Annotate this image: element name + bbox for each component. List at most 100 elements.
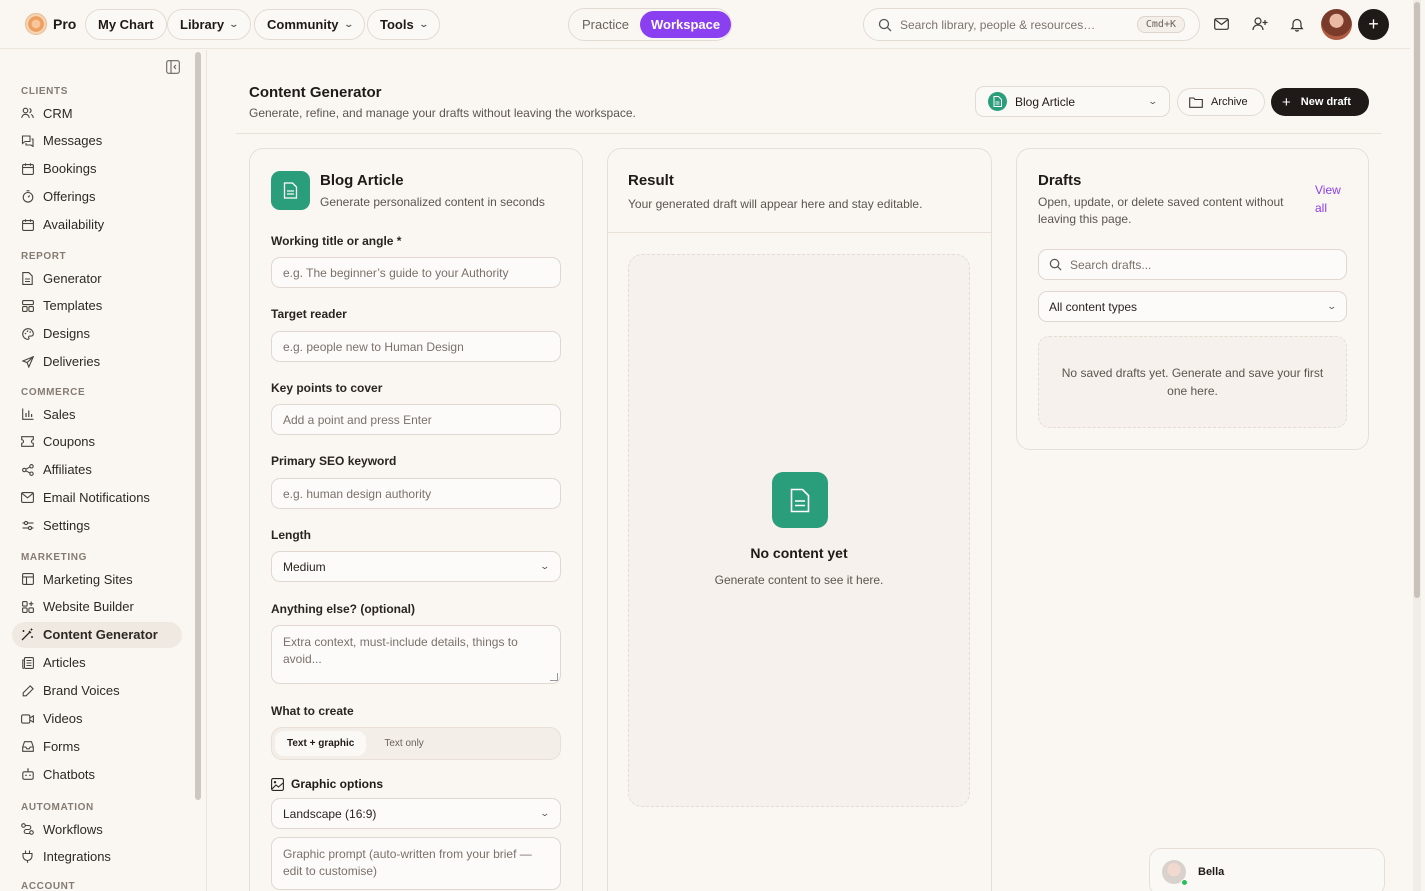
content-type-select[interactable]: Blog Article ⌄ bbox=[975, 86, 1170, 117]
create-button[interactable]: + bbox=[1358, 9, 1389, 40]
nav-tools[interactable]: Tools ⌄ bbox=[367, 9, 441, 40]
drafts-subtitle: Open, update, or delete saved content wi… bbox=[1038, 195, 1284, 226]
sidebar-item-label: Offerings bbox=[43, 189, 96, 205]
ticket-icon bbox=[21, 435, 34, 448]
sidebar-item-label: Chatbots bbox=[43, 766, 96, 782]
drafts-search-input[interactable]: Search drafts... bbox=[1038, 249, 1347, 280]
sidebar-item-deliveries[interactable]: Deliveries bbox=[12, 349, 182, 375]
sidebar-item-brand-voices[interactable]: Brand Voices bbox=[12, 678, 182, 704]
seo-keyword-input[interactable]: e.g. human design authority bbox=[271, 478, 561, 509]
top-bar: Pro My Chart Library ⌄ Community ⌄ Tools… bbox=[0, 0, 1410, 49]
mode-toggle: Practice Workspace bbox=[568, 8, 732, 41]
document-icon bbox=[21, 271, 34, 285]
sidebar-item-offerings[interactable]: Offerings bbox=[12, 184, 182, 210]
anything-else-textarea[interactable]: Extra context, must-include details, thi… bbox=[271, 625, 561, 684]
graphic-prompt-textarea[interactable]: Graphic prompt (auto-written from your b… bbox=[271, 837, 561, 890]
archive-button[interactable]: Archive bbox=[1177, 88, 1265, 116]
working-title-label: Working title or angle * bbox=[271, 234, 402, 248]
drafts-title: Drafts bbox=[1038, 172, 1082, 189]
sidebar-item-email-notifications[interactable]: Email Notifications bbox=[12, 485, 182, 511]
sidebar-item-content-generator[interactable]: Content Generator bbox=[12, 621, 182, 648]
global-search-placeholder: Search library, people & resources… bbox=[900, 17, 1096, 32]
blocks-icon bbox=[21, 600, 34, 613]
anything-else-placeholder: Extra context, must-include details, thi… bbox=[283, 635, 518, 666]
graphic-prompt-placeholder: Graphic prompt (auto-written from your b… bbox=[283, 847, 532, 878]
new-draft-button[interactable]: + New draft bbox=[1271, 88, 1369, 116]
sidebar-item-messages[interactable]: Messages bbox=[12, 128, 182, 154]
sidebar-item-label: Generator bbox=[43, 270, 102, 286]
sidebar-item-label: Forms bbox=[43, 738, 80, 754]
sidebar-item-chatbots[interactable]: Chatbots bbox=[12, 761, 182, 787]
sidebar-item-label: Marketing Sites bbox=[43, 571, 133, 587]
sidebar-item-generator[interactable]: Generator bbox=[12, 265, 182, 291]
archive-button-label: Archive bbox=[1211, 96, 1248, 108]
document-icon bbox=[988, 92, 1007, 111]
sidebar-item-label: Articles bbox=[43, 655, 86, 671]
sidebar-item-bookings[interactable]: Bookings bbox=[12, 156, 182, 182]
page-title: Content Generator bbox=[249, 84, 382, 101]
assistant-chat-widget[interactable]: Bella bbox=[1149, 848, 1385, 891]
sidebar-item-website-builder[interactable]: Website Builder bbox=[12, 594, 182, 620]
sidebar-item-crm[interactable]: CRM bbox=[12, 100, 182, 126]
sidebar-section-automation: AUTOMATION bbox=[21, 802, 94, 813]
generator-subtitle: Generate personalized content in seconds bbox=[320, 195, 545, 209]
target-reader-input[interactable]: e.g. people new to Human Design bbox=[271, 331, 561, 362]
newspaper-icon bbox=[21, 656, 34, 669]
what-to-create-toggle: Text + graphic Text only bbox=[271, 727, 561, 760]
mode-practice[interactable]: Practice bbox=[571, 11, 640, 38]
target-reader-placeholder: e.g. people new to Human Design bbox=[283, 339, 464, 354]
chevron-down-icon: ⌄ bbox=[342, 19, 354, 29]
generator-title: Blog Article bbox=[320, 172, 404, 189]
key-points-input[interactable]: Add a point and press Enter bbox=[271, 404, 561, 435]
sidebar-item-settings[interactable]: Settings bbox=[12, 513, 182, 539]
chevron-down-icon: ⌄ bbox=[539, 561, 551, 571]
working-title-input[interactable]: e.g. The beginner’s guide to your Author… bbox=[271, 257, 561, 288]
logo-mark-icon bbox=[25, 13, 47, 35]
sidebar-item-forms[interactable]: Forms bbox=[12, 733, 182, 759]
sidebar-item-workflows[interactable]: Workflows bbox=[12, 816, 182, 842]
collapse-sidebar-icon[interactable] bbox=[166, 60, 180, 77]
brand-logo[interactable]: Pro bbox=[25, 13, 76, 35]
option-text-graphic[interactable]: Text + graphic bbox=[275, 731, 367, 756]
header-divider bbox=[236, 133, 1382, 134]
sidebar-item-affiliates[interactable]: Affiliates bbox=[12, 457, 182, 483]
sidebar: CLIENTS CRM Messages Bookings Offerings Avail… bbox=[0, 50, 207, 891]
sidebar-item-articles[interactable]: Articles bbox=[12, 650, 182, 676]
result-empty-area bbox=[628, 254, 970, 807]
graphic-options-label: Graphic options bbox=[291, 777, 384, 791]
sidebar-scrollbar[interactable] bbox=[195, 52, 201, 800]
sidebar-item-marketing-sites[interactable]: Marketing Sites bbox=[12, 566, 182, 592]
sidebar-item-integrations[interactable]: Integrations bbox=[12, 844, 182, 870]
length-select[interactable]: Medium ⌄ bbox=[271, 551, 561, 582]
add-user-icon[interactable] bbox=[1250, 14, 1270, 34]
page-scrollbar-thumb[interactable] bbox=[1414, 2, 1420, 598]
sidebar-item-availability[interactable]: Availability bbox=[12, 212, 182, 238]
view-all-link[interactable]: View all bbox=[1315, 181, 1355, 217]
sidebar-item-label: Settings bbox=[43, 518, 90, 534]
bell-icon[interactable] bbox=[1287, 14, 1307, 34]
sidebar-item-coupons[interactable]: Coupons bbox=[12, 429, 182, 455]
mode-workspace[interactable]: Workspace bbox=[639, 11, 732, 38]
user-avatar[interactable] bbox=[1321, 9, 1352, 40]
users-icon bbox=[21, 107, 34, 120]
nav-my-chart[interactable]: My Chart bbox=[85, 9, 167, 40]
sidebar-item-sales[interactable]: Sales bbox=[12, 401, 182, 427]
sidebar-item-label: Coupons bbox=[43, 434, 96, 450]
nav-library[interactable]: Library ⌄ bbox=[167, 9, 251, 40]
aspect-ratio-select[interactable]: Landscape (16:9) ⌄ bbox=[271, 798, 561, 829]
sidebar-item-videos[interactable]: Videos bbox=[12, 706, 182, 732]
nav-community[interactable]: Community ⌄ bbox=[254, 9, 366, 40]
drafts-type-filter[interactable]: All content types ⌄ bbox=[1038, 291, 1347, 322]
sidebar-item-templates[interactable]: Templates bbox=[12, 293, 182, 319]
document-icon bbox=[772, 472, 828, 528]
sidebar-item-designs[interactable]: Designs bbox=[12, 321, 182, 347]
global-search[interactable]: Search library, people & resources… Cmd+… bbox=[863, 8, 1200, 41]
inbox-icon bbox=[21, 740, 34, 753]
nav-library-label: Library bbox=[180, 17, 225, 32]
key-points-placeholder: Add a point and press Enter bbox=[283, 412, 432, 427]
mail-icon[interactable] bbox=[1211, 14, 1231, 34]
resize-handle-icon[interactable] bbox=[550, 673, 558, 681]
sidebar-item-label: Videos bbox=[43, 711, 83, 726]
option-text-only[interactable]: Text only bbox=[372, 731, 435, 756]
search-icon bbox=[1049, 258, 1062, 271]
